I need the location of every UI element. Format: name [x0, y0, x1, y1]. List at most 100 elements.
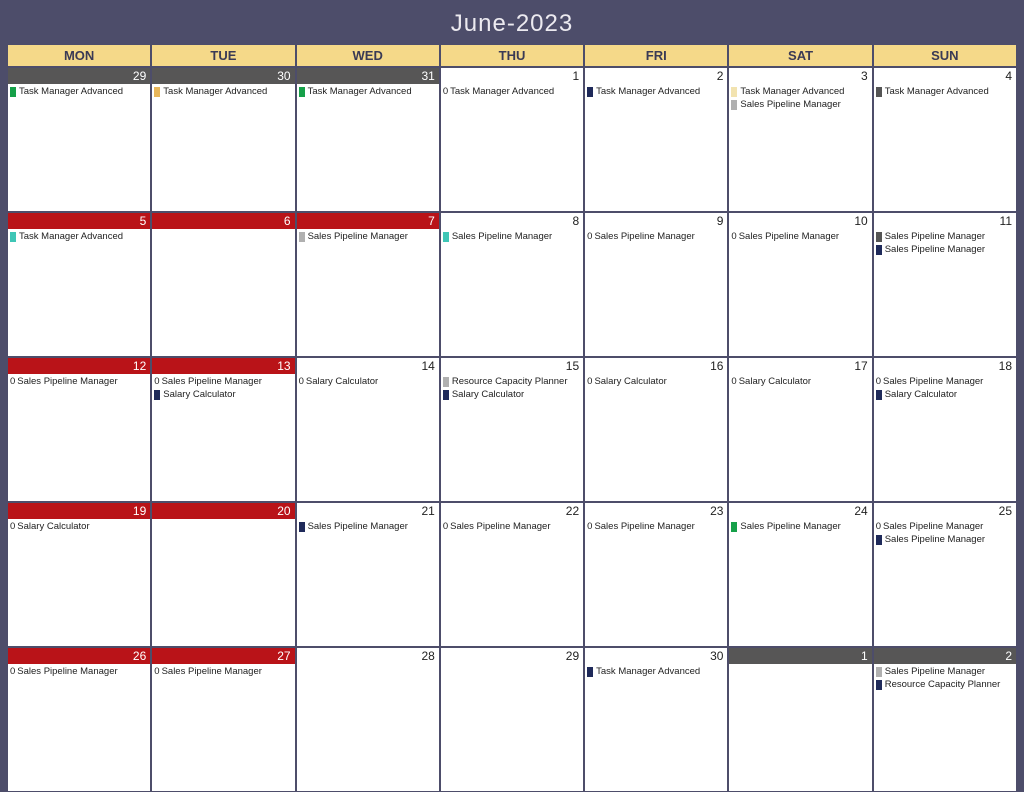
- calendar-cell[interactable]: 27 0Sales Pipeline Manager: [151, 647, 295, 792]
- calendar-cell[interactable]: 21 Sales Pipeline Manager: [296, 502, 440, 647]
- calendar-event[interactable]: Task Manager Advanced: [587, 86, 725, 97]
- calendar-cell[interactable]: 2Task Manager Advanced: [584, 67, 728, 212]
- calendar-cell[interactable]: 15Resource Capacity PlannerSalary Calcul…: [440, 357, 584, 502]
- calendar-cell[interactable]: 5Task Manager Advanced: [7, 212, 151, 357]
- calendar-event[interactable]: 0Sales Pipeline Manager: [731, 231, 869, 242]
- day-number-bar: 22: [441, 503, 583, 519]
- calendar-event[interactable]: Sales Pipeline Manager: [876, 666, 1014, 677]
- calendar-cell[interactable]: 31Task Manager Advanced: [296, 67, 440, 212]
- calendar-event[interactable]: Task Manager Advanced: [10, 231, 148, 242]
- calendar-cell[interactable]: 140Salary Calculator: [296, 357, 440, 502]
- calendar-cell[interactable]: 4 Task Manager Advanced: [873, 67, 1017, 212]
- calendar-event[interactable]: Salary Calculator: [154, 389, 292, 400]
- event-label: Salary Calculator: [306, 376, 378, 387]
- calendar-event[interactable]: Sales Pipeline Manager: [731, 521, 869, 532]
- calendar-event[interactable]: Sales Pipeline Manager: [876, 231, 1014, 242]
- calendar-event[interactable]: 0Sales Pipeline Manager: [10, 376, 148, 387]
- calendar-event[interactable]: Sales Pipeline Manager: [299, 231, 437, 242]
- calendar-cell[interactable]: 2 Sales Pipeline Manager Resource Capacity…: [873, 647, 1017, 792]
- calendar-cell[interactable]: 7Sales Pipeline Manager: [296, 212, 440, 357]
- calendar-event[interactable]: 0Sales Pipeline Manager: [443, 521, 581, 532]
- calendar-event[interactable]: 0Sales Pipeline Manager: [154, 376, 292, 387]
- calendar-cell[interactable]: 130Sales Pipeline ManagerSalary Calculat…: [151, 357, 295, 502]
- event-list: Task Manager Advanced: [152, 84, 294, 97]
- event-list: [297, 664, 439, 666]
- calendar-cell[interactable]: 24Sales Pipeline Manager: [728, 502, 872, 647]
- event-list: 0Sales Pipeline Manager: [729, 229, 871, 242]
- calendar-cell[interactable]: 22 0Sales Pipeline Manager: [440, 502, 584, 647]
- calendar-event[interactable]: Task Manager Advanced: [10, 86, 148, 97]
- calendar-cell[interactable]: 30Task Manager Advanced: [584, 647, 728, 792]
- day-number-bar: 27: [152, 648, 294, 664]
- calendar-event[interactable]: Resource Capacity Planner: [443, 376, 581, 387]
- weekday-header-row: MONTUEWEDTHUFRISATSUN: [7, 44, 1017, 67]
- calendar-cell[interactable]: 11Sales Pipeline ManagerSales Pipeline M…: [873, 212, 1017, 357]
- calendar-event[interactable]: Sales Pipeline Manager: [876, 244, 1014, 255]
- calendar-cell[interactable]: 16 0Salary Calculator: [584, 357, 728, 502]
- calendar-event[interactable]: Salary Calculator: [876, 389, 1014, 400]
- calendar-cell[interactable]: 10Task Manager Advanced: [440, 67, 584, 212]
- calendar-cell[interactable]: 3Task Manager AdvancedSales Pipeline Man…: [728, 67, 872, 212]
- calendar-event[interactable]: 0Sales Pipeline Manager: [876, 376, 1014, 387]
- calendar-cell[interactable]: 6: [151, 212, 295, 357]
- event-label: Sales Pipeline Manager: [885, 534, 985, 545]
- event-color-icon: [154, 390, 160, 400]
- calendar-event[interactable]: Resource Capacity Planner: [876, 679, 1014, 690]
- calendar-event[interactable]: 0Task Manager Advanced: [443, 86, 581, 97]
- event-prefix: 0: [587, 231, 592, 242]
- event-label: Sales Pipeline Manager: [885, 666, 985, 677]
- calendar-cell[interactable]: 20: [151, 502, 295, 647]
- event-color-icon: [443, 377, 449, 387]
- calendar-cell[interactable]: 190Salary Calculator: [7, 502, 151, 647]
- calendar-cell[interactable]: 23 0Sales Pipeline Manager: [584, 502, 728, 647]
- calendar-event[interactable]: Task Manager Advanced: [587, 666, 725, 677]
- event-list: Resource Capacity Planner Salary Calculat…: [441, 374, 583, 400]
- calendar-event[interactable]: Task Manager Advanced: [876, 86, 1014, 97]
- calendar-event[interactable]: Sales Pipeline Manager: [876, 534, 1014, 545]
- event-list: 0Sales Pipeline Manager: [8, 374, 150, 387]
- day-number-bar: 21: [297, 503, 439, 519]
- calendar-cell[interactable]: 29: [440, 647, 584, 792]
- calendar-cell[interactable]: 28: [296, 647, 440, 792]
- calendar-cell[interactable]: 250Sales Pipeline ManagerSales Pipeline …: [873, 502, 1017, 647]
- day-number-bar: 6: [152, 213, 294, 229]
- calendar-cell[interactable]: 10 0Sales Pipeline Manager: [728, 212, 872, 357]
- calendar-event[interactable]: 0Sales Pipeline Manager: [587, 521, 725, 532]
- day-number-bar: 29: [441, 648, 583, 664]
- calendar-event[interactable]: Sales Pipeline Manager: [299, 521, 437, 532]
- calendar-cell[interactable]: 29Task Manager Advanced: [7, 67, 151, 212]
- day-number-bar: 10: [729, 213, 871, 229]
- calendar-event[interactable]: Sales Pipeline Manager: [443, 231, 581, 242]
- event-color-icon: [731, 100, 737, 110]
- calendar-cell[interactable]: 120Sales Pipeline Manager: [7, 357, 151, 502]
- calendar-event[interactable]: Task Manager Advanced: [731, 86, 869, 97]
- calendar-event[interactable]: Task Manager Advanced: [299, 86, 437, 97]
- calendar-event[interactable]: 0Sales Pipeline Manager: [587, 231, 725, 242]
- calendar-cell[interactable]: 8Sales Pipeline Manager: [440, 212, 584, 357]
- calendar-cell[interactable]: 260Sales Pipeline Manager: [7, 647, 151, 792]
- event-label: Task Manager Advanced: [19, 86, 123, 97]
- day-number-bar: 2: [874, 648, 1016, 664]
- calendar-cell[interactable]: 1: [728, 647, 872, 792]
- event-label: Sales Pipeline Manager: [162, 666, 262, 677]
- calendar-cell[interactable]: 170Salary Calculator: [728, 357, 872, 502]
- calendar-cell[interactable]: 30Task Manager Advanced: [151, 67, 295, 212]
- day-number-bar: 4: [874, 68, 1016, 84]
- event-color-icon: [876, 245, 882, 255]
- calendar-event[interactable]: Task Manager Advanced: [154, 86, 292, 97]
- day-number-bar: 23: [585, 503, 727, 519]
- day-number-bar: 16: [585, 358, 727, 374]
- calendar-event[interactable]: 0Salary Calculator: [299, 376, 437, 387]
- event-label: Sales Pipeline Manager: [452, 231, 552, 242]
- calendar-event[interactable]: Sales Pipeline Manager: [731, 99, 869, 110]
- calendar-cell[interactable]: 180Sales Pipeline ManagerSalary Calculat…: [873, 357, 1017, 502]
- calendar-cell[interactable]: 90Sales Pipeline Manager: [584, 212, 728, 357]
- calendar-event[interactable]: 0Salary Calculator: [587, 376, 725, 387]
- calendar-event[interactable]: 0Sales Pipeline Manager: [876, 521, 1014, 532]
- calendar-event[interactable]: 0Salary Calculator: [10, 521, 148, 532]
- event-color-icon: [876, 232, 882, 242]
- calendar-event[interactable]: 0Sales Pipeline Manager: [10, 666, 148, 677]
- calendar-event[interactable]: 0Salary Calculator: [731, 376, 869, 387]
- calendar-event[interactable]: 0Sales Pipeline Manager: [154, 666, 292, 677]
- calendar-event[interactable]: Salary Calculator: [443, 389, 581, 400]
